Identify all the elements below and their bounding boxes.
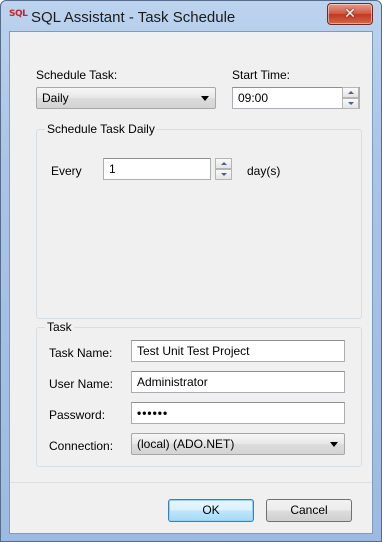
spin-up-icon[interactable] <box>342 87 359 98</box>
cancel-button[interactable]: Cancel <box>266 499 352 522</box>
ok-button[interactable]: OK <box>168 499 254 522</box>
schedule-task-value: Daily <box>42 91 69 105</box>
spin-down-icon[interactable] <box>342 98 359 109</box>
button-bar-divider <box>10 482 372 483</box>
task-group-title: Task <box>45 320 74 334</box>
start-time-spinner[interactable] <box>342 87 359 109</box>
close-button[interactable]: ✕ <box>327 3 373 25</box>
chevron-down-icon <box>330 442 338 447</box>
spin-up-icon[interactable] <box>215 158 232 169</box>
dialog-window: SQL SQL Assistant - Task Schedule ✕ Sche… <box>0 0 382 542</box>
days-unit-label: day(s) <box>247 164 281 178</box>
schedule-task-dropdown[interactable]: Daily <box>36 87 216 109</box>
schedule-daily-group-title: Schedule Task Daily <box>45 122 157 136</box>
schedule-task-label: Schedule Task: <box>36 68 118 82</box>
task-name-value: Test Unit Test Project <box>137 344 250 358</box>
user-name-input[interactable]: Administrator <box>131 371 345 393</box>
password-input[interactable]: •••••• <box>131 402 345 424</box>
every-label: Every <box>51 164 82 178</box>
dialog-client-area: Schedule Task: Daily Start Time: 09:00 S… <box>9 31 373 534</box>
connection-label: Connection: <box>49 439 114 453</box>
start-time-input[interactable]: 09:00 <box>232 87 360 109</box>
title-bar[interactable]: SQL SQL Assistant - Task Schedule ✕ <box>1 1 381 31</box>
every-days-value: 1 <box>109 162 116 176</box>
task-name-input[interactable]: Test Unit Test Project <box>131 340 345 362</box>
user-name-value: Administrator <box>137 375 208 389</box>
schedule-daily-group: Schedule Task Daily Every 1 day(s) <box>36 122 362 319</box>
connection-dropdown[interactable]: (local) (ADO.NET) <box>131 433 345 455</box>
start-time-label: Start Time: <box>232 68 291 82</box>
connection-value: (local) (ADO.NET) <box>137 437 235 451</box>
every-days-input[interactable]: 1 <box>103 158 211 180</box>
chevron-down-icon <box>201 96 209 101</box>
start-time-value: 09:00 <box>238 91 269 105</box>
spin-down-icon[interactable] <box>215 169 232 180</box>
task-group: Task Task Name: Test Unit Test Project U… <box>36 320 362 467</box>
window-title: SQL Assistant - Task Schedule <box>31 9 236 26</box>
every-days-spinner[interactable] <box>215 158 232 180</box>
password-value: •••••• <box>137 406 169 420</box>
user-name-label: User Name: <box>49 377 114 391</box>
task-name-label: Task Name: <box>49 346 113 360</box>
sql-app-icon: SQL <box>9 9 28 19</box>
close-icon: ✕ <box>344 6 356 22</box>
password-label: Password: <box>49 408 106 422</box>
